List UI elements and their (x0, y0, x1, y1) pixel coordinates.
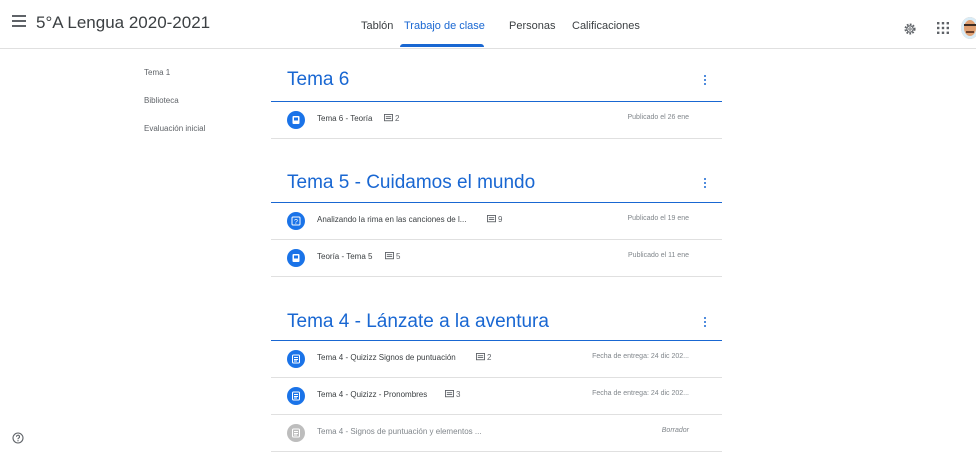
assignment-icon (287, 387, 305, 405)
sidebar-item-biblioteca[interactable]: Biblioteca (144, 96, 179, 105)
item-status: Publicado el 19 ene (627, 215, 690, 222)
top-bar: 5°A Lengua 2020-2021 Tablón Trabajo de c… (0, 0, 976, 49)
comment-count: 3 (456, 390, 461, 399)
classwork-item[interactable]: Tema 6 - Teoría 2 Publicado el 26 ene (271, 102, 722, 139)
item-title: Analizando la rima en las canciones de l… (317, 215, 467, 224)
item-status: Fecha de entrega: 24 dic 202... (592, 353, 689, 360)
tab-trabajo-de-clase[interactable]: Trabajo de clase (404, 20, 485, 32)
assignment-icon (287, 350, 305, 368)
topic-more-options-icon[interactable] (700, 178, 710, 192)
item-title: Tema 4 - Signos de puntuación y elemento… (317, 427, 482, 436)
item-status: Fecha de entrega: 24 dic 202... (592, 390, 689, 397)
topic-title[interactable]: Tema 6 (287, 69, 349, 91)
question-icon: ? (287, 212, 305, 230)
classwork-item[interactable]: Teoría - Tema 5 5 Publicado el 11 ene (271, 240, 722, 277)
item-status: Borrador (661, 427, 689, 434)
comment-icon (384, 114, 393, 122)
item-title: Tema 4 - Quizizz Signos de puntuación (317, 353, 456, 362)
comment-icon (476, 353, 485, 361)
item-title: Teoría - Tema 5 (317, 252, 373, 261)
class-title[interactable]: 5°A Lengua 2020-2021 (36, 13, 210, 33)
classwork-item[interactable]: Tema 4 - Quizizz Signos de puntuación 2 … (271, 341, 722, 378)
classwork-item[interactable]: Tema 4 - Quizizz - Pronombres 3 Fecha de… (271, 378, 722, 415)
item-title: Tema 4 - Quizizz - Pronombres (317, 390, 428, 399)
assignment-icon (287, 424, 305, 442)
classwork-item[interactable]: ? Analizando la rima en las canciones de… (271, 203, 722, 240)
user-avatar[interactable] (961, 17, 976, 39)
help-icon[interactable] (12, 432, 24, 444)
comment-count: 9 (498, 215, 503, 224)
topic-title[interactable]: Tema 4 - Lánzate a la aventura (287, 311, 549, 333)
active-tab-indicator (400, 44, 484, 47)
tab-personas[interactable]: Personas (509, 20, 555, 32)
svg-text:?: ? (294, 219, 298, 226)
sidebar-item-tema-1[interactable]: Tema 1 (144, 68, 170, 77)
tab-calificaciones[interactable]: Calificaciones (572, 20, 640, 32)
main-menu-icon[interactable] (12, 15, 26, 27)
comment-icon (487, 215, 496, 223)
topic-more-options-icon[interactable] (700, 75, 710, 89)
topic-title[interactable]: Tema 5 - Cuidamos el mundo (287, 172, 535, 194)
item-status: Publicado el 26 ene (627, 114, 690, 121)
comment-icon (445, 390, 454, 398)
tab-tablon[interactable]: Tablón (361, 20, 393, 32)
item-title: Tema 6 - Teoría (317, 114, 373, 123)
sidebar-item-evaluacion-inicial[interactable]: Evaluación inicial (144, 124, 205, 133)
comment-count: 5 (396, 252, 401, 261)
settings-gear-icon[interactable] (903, 22, 917, 36)
topic-more-options-icon[interactable] (700, 317, 710, 331)
item-status: Publicado el 11 ene (628, 252, 689, 259)
comment-count: 2 (487, 353, 492, 362)
comment-icon (385, 252, 394, 260)
apps-grid-icon[interactable] (937, 22, 949, 34)
classwork-item[interactable]: Tema 4 - Signos de puntuación y elemento… (271, 415, 722, 452)
comment-count: 2 (395, 114, 400, 123)
material-icon (287, 111, 305, 129)
material-icon (287, 249, 305, 267)
